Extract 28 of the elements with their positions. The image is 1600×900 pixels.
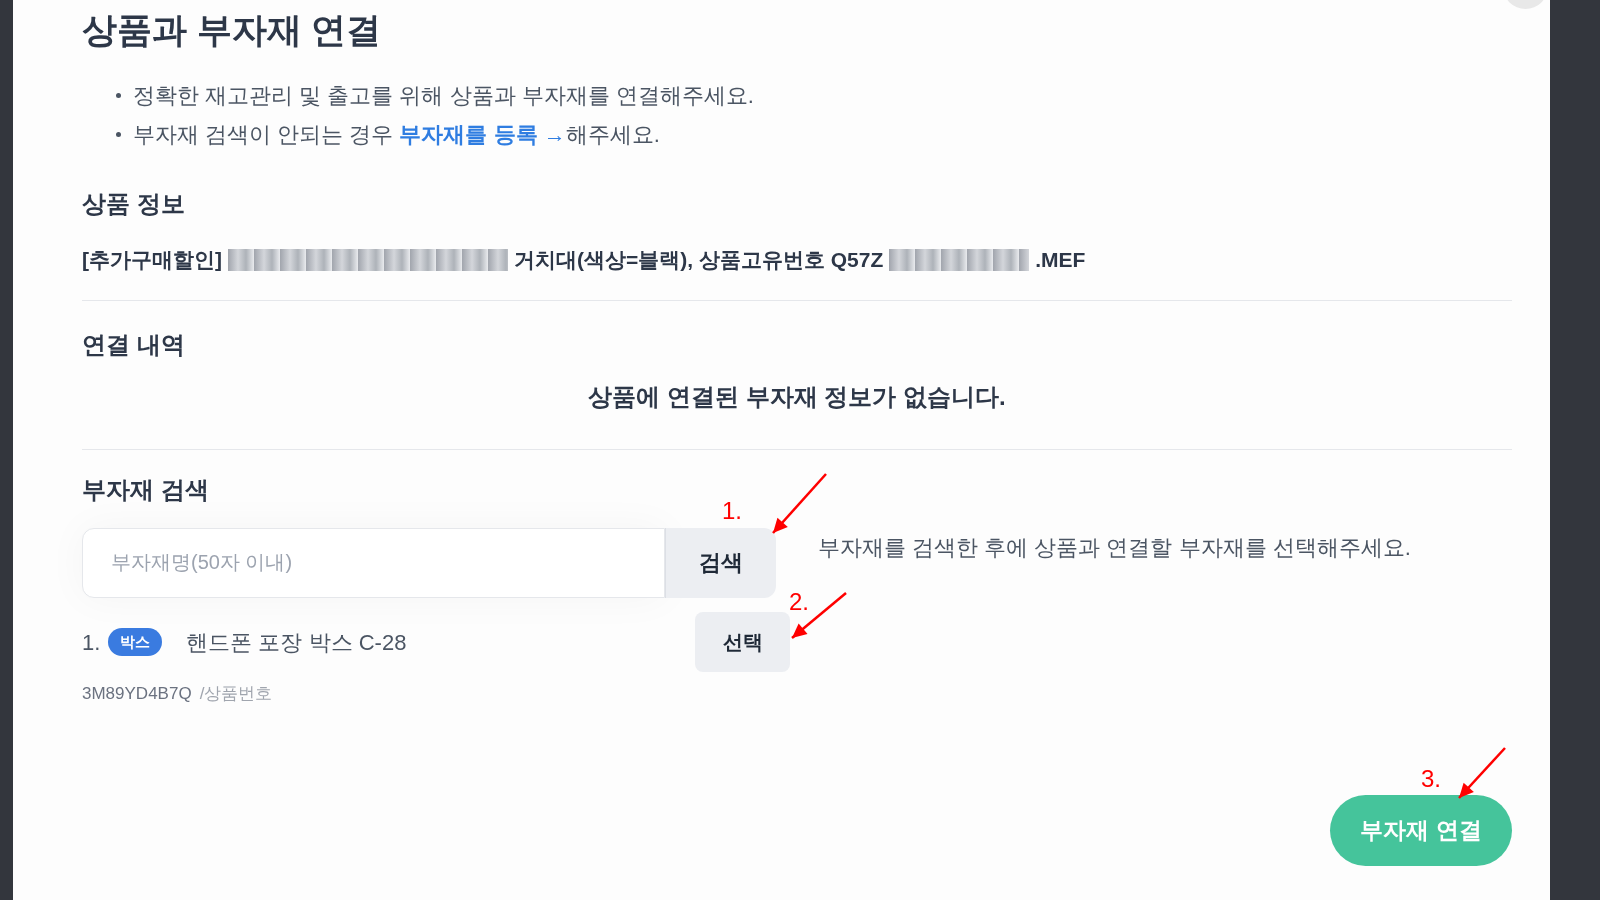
note-text: 정확한 재고관리 및 출고를 위해 상품과 부자재를 연결해주세요. bbox=[133, 82, 754, 109]
note-text: 부자재 검색이 안되는 경우 부자재를 등록 →해주세요. bbox=[133, 121, 660, 148]
product-code: 3M89YD4B7Q bbox=[82, 682, 192, 705]
section-heading: 부자재 검색 bbox=[82, 474, 209, 505]
result-index: 1. bbox=[82, 628, 101, 657]
annotation-arrow bbox=[772, 473, 827, 534]
register-link[interactable]: 부자재를 등록 → bbox=[399, 122, 566, 147]
annotation-number: 1. bbox=[722, 496, 742, 526]
search-hint: 부자재를 검색한 후에 상품과 연결할 부자재를 선택해주세요. bbox=[818, 534, 1411, 562]
bullet-icon bbox=[116, 93, 121, 98]
code-label: /상품번호 bbox=[199, 682, 273, 705]
section-heading: 연결 내역 bbox=[82, 329, 185, 360]
annotation-arrow bbox=[791, 592, 847, 639]
select-button[interactable]: 선택 bbox=[695, 611, 790, 672]
section-heading: 상품 정보 bbox=[82, 189, 185, 219]
annotation-number: 3. bbox=[1421, 764, 1441, 794]
search-field[interactable]: 부자재명(50자 이내) bbox=[82, 527, 665, 598]
bullet-icon bbox=[116, 132, 121, 137]
product-info-text: [추가구매할인] bbox=[82, 247, 222, 273]
result-name: 핸드폰 포장 박스 C-28 bbox=[186, 628, 407, 657]
category-tag: 박스 bbox=[108, 627, 163, 657]
annotation-arrow bbox=[1458, 747, 1506, 799]
empty-message: 상품에 연결된 부자재 정보가 없습니다. bbox=[588, 382, 1006, 410]
product-info-text: .MEF bbox=[1035, 247, 1086, 273]
search-button[interactable]: 검색 bbox=[665, 527, 776, 598]
product-info-text: 거치대(색상=블랙), 상품고유번호 Q57Z bbox=[514, 247, 884, 273]
modal-title: 상품과 부자재 연결 bbox=[82, 9, 383, 51]
annotation-number: 2. bbox=[789, 587, 809, 617]
